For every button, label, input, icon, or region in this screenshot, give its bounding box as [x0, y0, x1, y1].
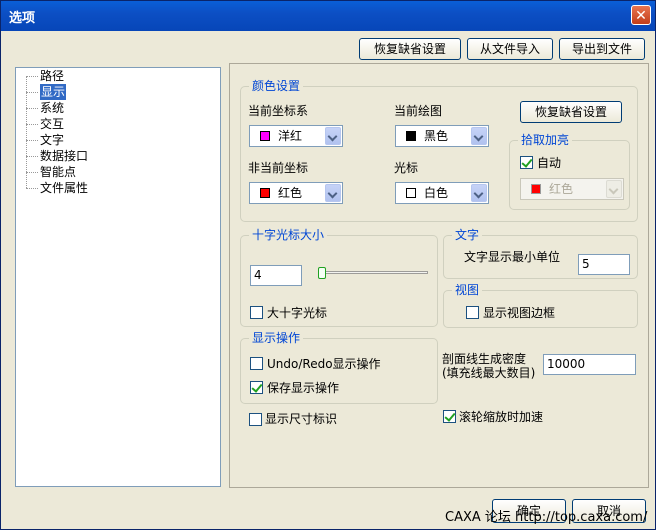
- big-crosshair-checkbox[interactable]: [250, 306, 263, 319]
- chevron-down-icon[interactable]: [325, 127, 341, 145]
- text-group-title: 文字: [452, 227, 483, 243]
- auto-highlight-checkbox[interactable]: [520, 156, 533, 169]
- tree-connector: [26, 108, 38, 109]
- color-swatch: [406, 131, 416, 141]
- tree-connector: [26, 188, 38, 189]
- noncurrent-coord-label: 非当前坐标: [248, 161, 309, 175]
- chevron-down-icon[interactable]: [471, 184, 487, 202]
- color-settings-group: 颜色设置 当前坐标系 洋红 当前绘图 黑色 恢复缺省设置 非当前坐标 红色 光标: [240, 78, 638, 222]
- tree-item-data-interface[interactable]: 数据接口: [40, 148, 88, 164]
- noncurrent-coord-color-value: 红色: [278, 186, 303, 200]
- crosshair-size-slider-thumb[interactable]: [318, 267, 326, 279]
- show-dimension-checkbox[interactable]: [249, 413, 262, 426]
- wheel-zoom-accel-checkbox[interactable]: [443, 410, 456, 423]
- tree-item-text[interactable]: 文字: [40, 132, 64, 148]
- color-swatch: [406, 188, 416, 198]
- view-group-title: 视图: [452, 282, 483, 298]
- crosshair-size-title: 十字光标大小: [249, 227, 328, 243]
- wheel-zoom-accel-label: 滚轮缩放时加速: [459, 410, 544, 424]
- cursor-label: 光标: [394, 161, 419, 175]
- hatch-density-input[interactable]: 10000: [543, 354, 636, 375]
- tree-item-smart-point[interactable]: 智能点: [40, 164, 76, 180]
- color-swatch: [260, 188, 270, 198]
- hatch-density-sublabel: (填充线最大数目): [442, 366, 536, 380]
- color-settings-title: 颜色设置: [249, 78, 304, 94]
- display-ops-group: 显示操作 Undo/Redo显示操作 保存显示操作: [240, 330, 438, 404]
- current-drawing-color-value: 黑色: [424, 129, 449, 143]
- color-swatch: [260, 131, 270, 141]
- cursor-color-value: 白色: [424, 186, 449, 200]
- color-swatch: [531, 184, 541, 194]
- text-min-unit-label: 文字显示最小单位: [464, 250, 561, 264]
- options-tree[interactable]: 路径 显示 系统 交互 文字 数据接口 智能点 文件属性: [15, 67, 221, 487]
- undo-redo-display-checkbox[interactable]: [250, 357, 263, 370]
- color-restore-defaults-button[interactable]: 恢复缺省设置: [520, 101, 622, 123]
- import-from-file-button[interactable]: 从文件导入: [467, 38, 553, 60]
- crosshair-size-slider-track[interactable]: [318, 271, 428, 274]
- restore-defaults-button[interactable]: 恢复缺省设置: [359, 38, 461, 60]
- highlight-color-select: 红色: [520, 178, 624, 200]
- tree-item-file-properties[interactable]: 文件属性: [40, 180, 88, 196]
- export-to-file-button[interactable]: 导出到文件: [559, 38, 645, 60]
- chevron-down-icon[interactable]: [471, 127, 487, 145]
- tree-item-path[interactable]: 路径: [40, 68, 64, 84]
- current-drawing-color-select[interactable]: 黑色: [395, 125, 489, 147]
- tree-connector: [26, 76, 38, 77]
- crosshair-size-input[interactable]: 4: [250, 265, 302, 286]
- noncurrent-coord-color-select[interactable]: 红色: [249, 182, 343, 204]
- tree-item-display[interactable]: 显示: [40, 84, 67, 100]
- settings-panel: 颜色设置 当前坐标系 洋红 当前绘图 黑色 恢复缺省设置 非当前坐标 红色 光标: [229, 63, 649, 488]
- show-dimension-label: 显示尺寸标识: [265, 412, 338, 426]
- auto-highlight-label: 自动: [537, 156, 562, 170]
- chevron-down-icon: [606, 180, 622, 198]
- undo-redo-display-label: Undo/Redo显示操作: [267, 357, 381, 371]
- tree-connector: [26, 140, 38, 141]
- big-crosshair-label: 大十字光标: [267, 306, 328, 320]
- close-icon[interactable]: ✕: [631, 5, 651, 25]
- options-dialog: 选项 ✕ 恢复缺省设置 从文件导入 导出到文件 路径 显示 系统 交互 文字 数…: [0, 0, 656, 530]
- tree-connector: [26, 156, 38, 157]
- view-group: 视图 显示视图边框: [443, 282, 638, 328]
- save-display-ops-label: 保存显示操作: [267, 381, 340, 395]
- pick-highlight-title: 拾取加亮: [518, 132, 573, 148]
- tree-connector: [26, 124, 38, 125]
- crosshair-size-group: 十字光标大小 4 大十字光标: [240, 227, 438, 327]
- show-view-border-checkbox[interactable]: [466, 306, 479, 319]
- tree-connector: [26, 172, 38, 173]
- highlight-color-value: 红色: [549, 182, 574, 196]
- tree-connector: [26, 92, 38, 93]
- current-coord-color-select[interactable]: 洋红: [249, 125, 343, 147]
- text-min-unit-input[interactable]: 5: [578, 254, 630, 275]
- show-view-border-label: 显示视图边框: [483, 306, 556, 320]
- text-group: 文字 文字显示最小单位 5: [443, 227, 638, 279]
- current-drawing-label: 当前绘图: [394, 104, 443, 118]
- cursor-color-select[interactable]: 白色: [395, 182, 489, 204]
- current-coord-label: 当前坐标系: [248, 104, 309, 118]
- tree-item-system[interactable]: 系统: [40, 100, 64, 116]
- save-display-ops-checkbox[interactable]: [250, 381, 263, 394]
- title-bar[interactable]: 选项 ✕: [1, 1, 655, 31]
- window-title: 选项: [9, 11, 36, 26]
- current-coord-color-value: 洋红: [278, 129, 303, 143]
- tree-item-interaction[interactable]: 交互: [40, 116, 64, 132]
- pick-highlight-group: 拾取加亮 自动 红色: [509, 132, 630, 210]
- chevron-down-icon[interactable]: [325, 184, 341, 202]
- forum-watermark: CAXA 论坛 http://top.caxa.com/: [445, 510, 648, 525]
- display-ops-title: 显示操作: [249, 330, 304, 346]
